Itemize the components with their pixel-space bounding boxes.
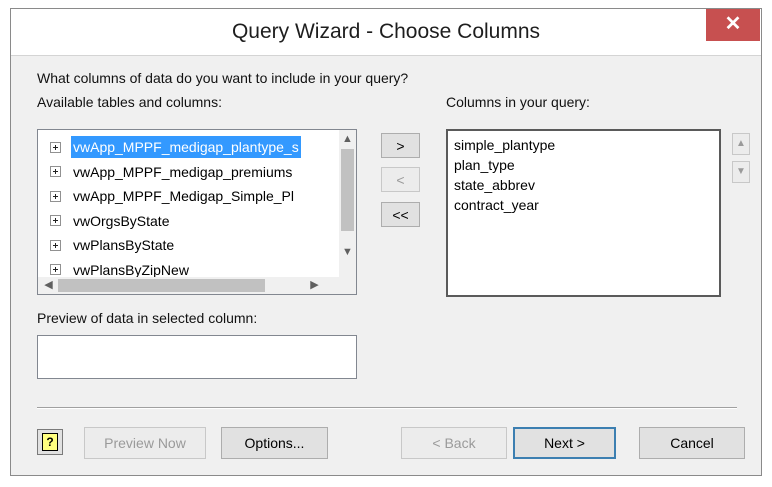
move-down-button[interactable]: ▼ [732, 161, 750, 183]
window-title: Query Wizard - Choose Columns [231, 20, 541, 43]
tree-item[interactable]: vwApp_MPPF_medigap_premiums [42, 161, 294, 183]
scroll-right-icon[interactable]: ▶ [306, 277, 323, 294]
move-up-button[interactable]: ▲ [732, 133, 750, 155]
expand-plus-icon[interactable] [50, 264, 61, 276]
cancel-button[interactable]: Cancel [639, 427, 745, 459]
query-column-item[interactable]: simple_plantype [454, 135, 555, 155]
horizontal-scroll-thumb[interactable] [58, 279, 265, 292]
expand-plus-icon[interactable] [50, 190, 61, 202]
query-wizard-window: Query Wizard - Choose Columns ✕ What col… [10, 8, 762, 476]
tree-item[interactable]: vwApp_MPPF_medigap_plantype_s [42, 136, 301, 158]
close-button[interactable]: ✕ [706, 9, 760, 41]
query-columns-list[interactable]: simple_plantype plan_type state_abbrev cont… [446, 129, 721, 297]
help-icon: ? [42, 433, 58, 451]
expand-plus-icon[interactable] [50, 215, 61, 227]
available-label: Available tables and columns: [37, 94, 222, 110]
query-column-item[interactable]: state_abbrev [454, 175, 535, 195]
footer-separator [37, 407, 737, 409]
move-down-icon: ▼ [736, 166, 746, 177]
tree-item-label: vwApp_MPPF_medigap_premiums [73, 163, 293, 180]
tree-item-label: vwApp_MPPF_Medigap_Simple_Pl [73, 188, 294, 204]
expand-plus-icon[interactable] [50, 239, 61, 251]
available-vertical-scrollbar[interactable]: ▲ ▼ [339, 130, 356, 279]
tree-item[interactable]: vwApp_MPPF_Medigap_Simple_Pl [42, 185, 296, 207]
add-column-button[interactable]: > [381, 133, 420, 158]
preview-label: Preview of data in selected column: [37, 310, 258, 326]
scroll-corner [339, 277, 356, 294]
query-column-item[interactable]: contract_year [454, 195, 539, 215]
preview-field[interactable] [37, 335, 357, 379]
remove-column-button[interactable]: < [381, 167, 420, 192]
help-button[interactable]: ? [37, 429, 63, 455]
tree-item[interactable]: vwPlansByState [42, 234, 176, 256]
expand-plus-icon[interactable] [50, 141, 61, 153]
query-column-item[interactable]: plan_type [454, 155, 515, 175]
available-horizontal-scrollbar[interactable]: ◀ ▶ [38, 277, 340, 294]
expand-plus-icon[interactable] [50, 166, 61, 178]
title-bar: Query Wizard - Choose Columns ✕ [11, 9, 761, 56]
remove-all-columns-button[interactable]: << [381, 202, 420, 227]
tree-item-label: vwOrgsByState [73, 212, 170, 229]
move-up-icon: ▲ [736, 138, 746, 149]
query-columns-label: Columns in your query: [446, 94, 590, 110]
back-button[interactable]: < Back [401, 427, 507, 459]
next-button[interactable]: Next > [513, 427, 616, 459]
preview-now-button[interactable]: Preview Now [84, 427, 206, 459]
tree-item-label: vwPlansByState [73, 237, 175, 253]
prompt-text: What columns of data do you want to incl… [37, 70, 409, 86]
available-tables-tree[interactable]: vwApp_MPPF_medigap_plantype_s vwApp_MPPF_… [37, 129, 357, 295]
scroll-up-icon[interactable]: ▲ [339, 131, 356, 148]
scroll-down-icon[interactable]: ▼ [339, 244, 356, 261]
tree-item[interactable]: vwOrgsByState [42, 210, 171, 232]
options-button[interactable]: Options... [221, 427, 328, 459]
scroll-left-icon[interactable]: ◀ [40, 277, 57, 294]
vertical-scroll-thumb[interactable] [341, 149, 354, 231]
tree-item-label: vwApp_MPPF_medigap_plantype_s [71, 136, 301, 158]
